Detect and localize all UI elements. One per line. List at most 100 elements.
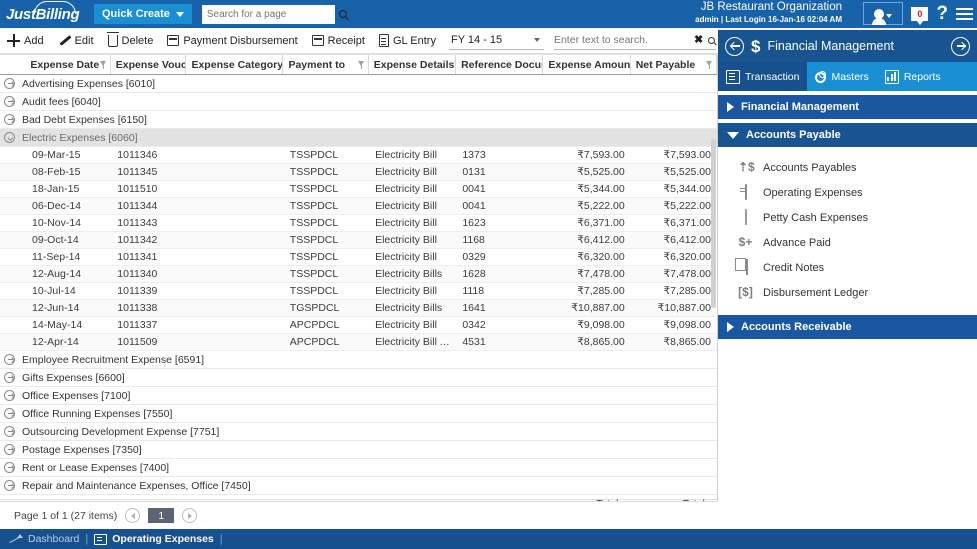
column-header-label: Reference Document	[461, 58, 542, 71]
column-header-4[interactable]: Expense Details	[369, 55, 457, 74]
grid-scrollbar[interactable]	[711, 75, 716, 499]
nav-item-advance-paid[interactable]: $+ Advance Paid	[718, 230, 977, 255]
filter-icon[interactable]	[357, 60, 365, 69]
gl-entry-button[interactable]: GL Entry	[372, 28, 443, 54]
expand-icon[interactable]	[4, 354, 15, 365]
filter-icon[interactable]	[99, 60, 107, 69]
table-row[interactable]: 11-Sep-14 1011341 TSSPDCL Electricity Bill 0…	[0, 249, 717, 266]
expand-icon[interactable]	[4, 444, 15, 455]
clear-search-icon[interactable]: ✖	[694, 34, 703, 46]
group-row[interactable]: Gifts Expenses [6600]	[0, 369, 717, 387]
expand-icon[interactable]	[4, 426, 15, 437]
status-item-dashboard[interactable]: Dashboard	[10, 533, 79, 545]
grid-search-box[interactable]: ✖	[553, 31, 716, 50]
expand-icon[interactable]	[4, 408, 15, 419]
cell-0: 14-May-14	[32, 319, 83, 331]
tab-transaction[interactable]: Transaction	[718, 62, 808, 91]
expand-icon[interactable]	[4, 372, 15, 383]
edit-button[interactable]: Edit	[51, 28, 101, 54]
table-row[interactable]: 18-Jan-15 1011510 TSSPDCL Electricity Bill 0…	[0, 181, 717, 198]
table-row[interactable]: 09-Oct-14 1011342 TSSPDCL Electricity Bill 1…	[0, 232, 717, 249]
table-row[interactable]: 12-Apr-14 1011509 APCPDCL Electricity Bill …	[0, 334, 717, 351]
nav-item-credit-notes[interactable]: Credit Notes	[718, 255, 977, 280]
group-row[interactable]: Audit fees [6040]	[0, 93, 717, 111]
nav-group-financial-management[interactable]: Financial Management	[718, 95, 977, 119]
table-row[interactable]: 10-Jul-14 1011339 TSSPDCL Electricity Bill 1…	[0, 283, 717, 300]
column-header-7[interactable]: Net Payable	[631, 55, 718, 74]
column-header-0[interactable]: Expense Date	[25, 55, 111, 74]
receipt-button[interactable]: Receipt	[305, 28, 372, 54]
quick-create-button[interactable]: Quick Create	[94, 4, 192, 24]
collapse-icon[interactable]	[4, 132, 15, 143]
search-icon[interactable]	[338, 10, 347, 18]
forward-arrow-icon[interactable]	[951, 36, 970, 56]
table-row[interactable]: 12-Aug-14 1011340 TSSPDCL Electricity Bills…	[0, 266, 717, 283]
expand-icon[interactable]	[4, 96, 15, 107]
column-header-1[interactable]: Expense Voucher No	[111, 55, 187, 74]
table-row[interactable]: 06-Dec-14 1011344 TSSPDCL Electricity Bill 0…	[0, 198, 717, 215]
nav-group-accounts-payable[interactable]: Accounts Payable	[718, 123, 977, 147]
search-input[interactable]	[553, 34, 689, 46]
group-row[interactable]: Postage Expenses [7350]	[0, 441, 717, 459]
expand-icon[interactable]	[4, 114, 15, 125]
panel-title: Financial Management	[767, 39, 894, 53]
nav-item-accounts-payables[interactable]: ⇡$ Accounts Payables	[718, 155, 977, 180]
table-row[interactable]: 12-Jun-14 1011338 TGSPDCL Electricity Bills…	[0, 300, 717, 317]
expand-icon[interactable]	[4, 480, 15, 491]
group-row[interactable]: Advertising Expenses [6010]	[0, 75, 717, 93]
page-number-button[interactable]: 1	[148, 508, 175, 523]
cell-7: ₹7,285.00	[663, 285, 711, 297]
tab-masters[interactable]: Masters	[807, 62, 876, 91]
fiscal-year-select[interactable]: FY 14 - 15	[448, 31, 544, 50]
next-page-button[interactable]	[182, 508, 198, 523]
delete-button[interactable]: Delete	[101, 28, 161, 54]
group-row-label: Postage Expenses [7350]	[22, 443, 142, 456]
previous-page-button[interactable]	[125, 508, 141, 523]
nav-item-operating-expenses[interactable]: Operating Expenses	[718, 180, 977, 205]
user-menu-button[interactable]	[863, 2, 904, 25]
expand-icon[interactable]	[4, 78, 15, 89]
payment-disbursement-button[interactable]: Payment Disbursement	[160, 28, 304, 54]
grid-body: Advertising Expenses [6010] Audit fees [6…	[0, 75, 717, 499]
menu-icon[interactable]	[956, 5, 973, 23]
page-search-box[interactable]	[201, 4, 347, 24]
help-icon[interactable]: ?	[936, 3, 948, 24]
nav-items-accounts-payable: ⇡$ Accounts Payables Operating Expenses …	[718, 147, 977, 311]
tab-reports[interactable]: Reports	[877, 62, 949, 91]
table-row[interactable]: 10-Nov-14 1011343 TSSPDCL Electricity Bill 1…	[0, 215, 717, 232]
table-row[interactable]: 14-May-14 1011337 APCPDCL Electricity Bill 0…	[0, 317, 717, 334]
expand-icon[interactable]	[4, 462, 15, 473]
add-button[interactable]: Add	[0, 28, 51, 54]
page-search-input[interactable]	[206, 8, 339, 20]
cell-0: 10-Nov-14	[32, 217, 82, 229]
expand-icon[interactable]	[4, 390, 15, 401]
status-item-operating-expenses[interactable]: Operating Expenses	[94, 533, 214, 545]
back-arrow-icon[interactable]	[725, 36, 744, 56]
cell-4: Electricity Bills	[375, 268, 443, 280]
group-row[interactable]: Repair and Maintenance Expenses, Office …	[0, 477, 717, 495]
search-icon[interactable]	[708, 36, 716, 44]
group-row[interactable]: Rent or Lease Expenses [7400]	[0, 459, 717, 477]
table-row[interactable]: 08-Feb-15 1011345 TSSPDCL Electricity Bill 0…	[0, 164, 717, 181]
notification-icon[interactable]: 0	[911, 6, 929, 25]
column-header-2[interactable]: Expense Category	[186, 55, 284, 74]
table-row[interactable]: 09-Mar-15 1011346 TSSPDCL Electricity Bill 1…	[0, 147, 717, 164]
column-header-6[interactable]: Expense Amount	[543, 55, 631, 74]
nav-item-accounts-payables-label: Accounts Payables	[763, 161, 857, 174]
group-row[interactable]: Electric Expenses [6060]	[0, 129, 717, 147]
filter-icon[interactable]	[706, 60, 713, 69]
group-row[interactable]: Office Expenses [7100]	[0, 387, 717, 405]
cell-6: ₹8,865.00	[577, 336, 625, 348]
group-row[interactable]: Office Running Expenses [7550]	[0, 405, 717, 423]
column-header-3[interactable]: Payment to	[283, 55, 369, 74]
group-row[interactable]: Bad Debt Expenses [6150]	[0, 111, 717, 129]
column-header-5[interactable]: Reference Document	[456, 55, 544, 74]
nav-item-disbursement-ledger[interactable]: [$] Disbursement Ledger	[718, 280, 977, 305]
edit-label: Edit	[74, 34, 94, 47]
nav-item-petty-cash-expenses[interactable]: Petty Cash Expenses	[718, 205, 977, 230]
cell-3: TSSPDCL	[289, 183, 339, 195]
group-row[interactable]: Employee Recruitment Expense [6591]	[0, 351, 717, 369]
app-logo[interactable]: JustBilling	[0, 0, 88, 28]
group-row[interactable]: Outsourcing Development Expense [7751]	[0, 423, 717, 441]
nav-group-accounts-receivable[interactable]: Accounts Receivable	[718, 315, 977, 339]
